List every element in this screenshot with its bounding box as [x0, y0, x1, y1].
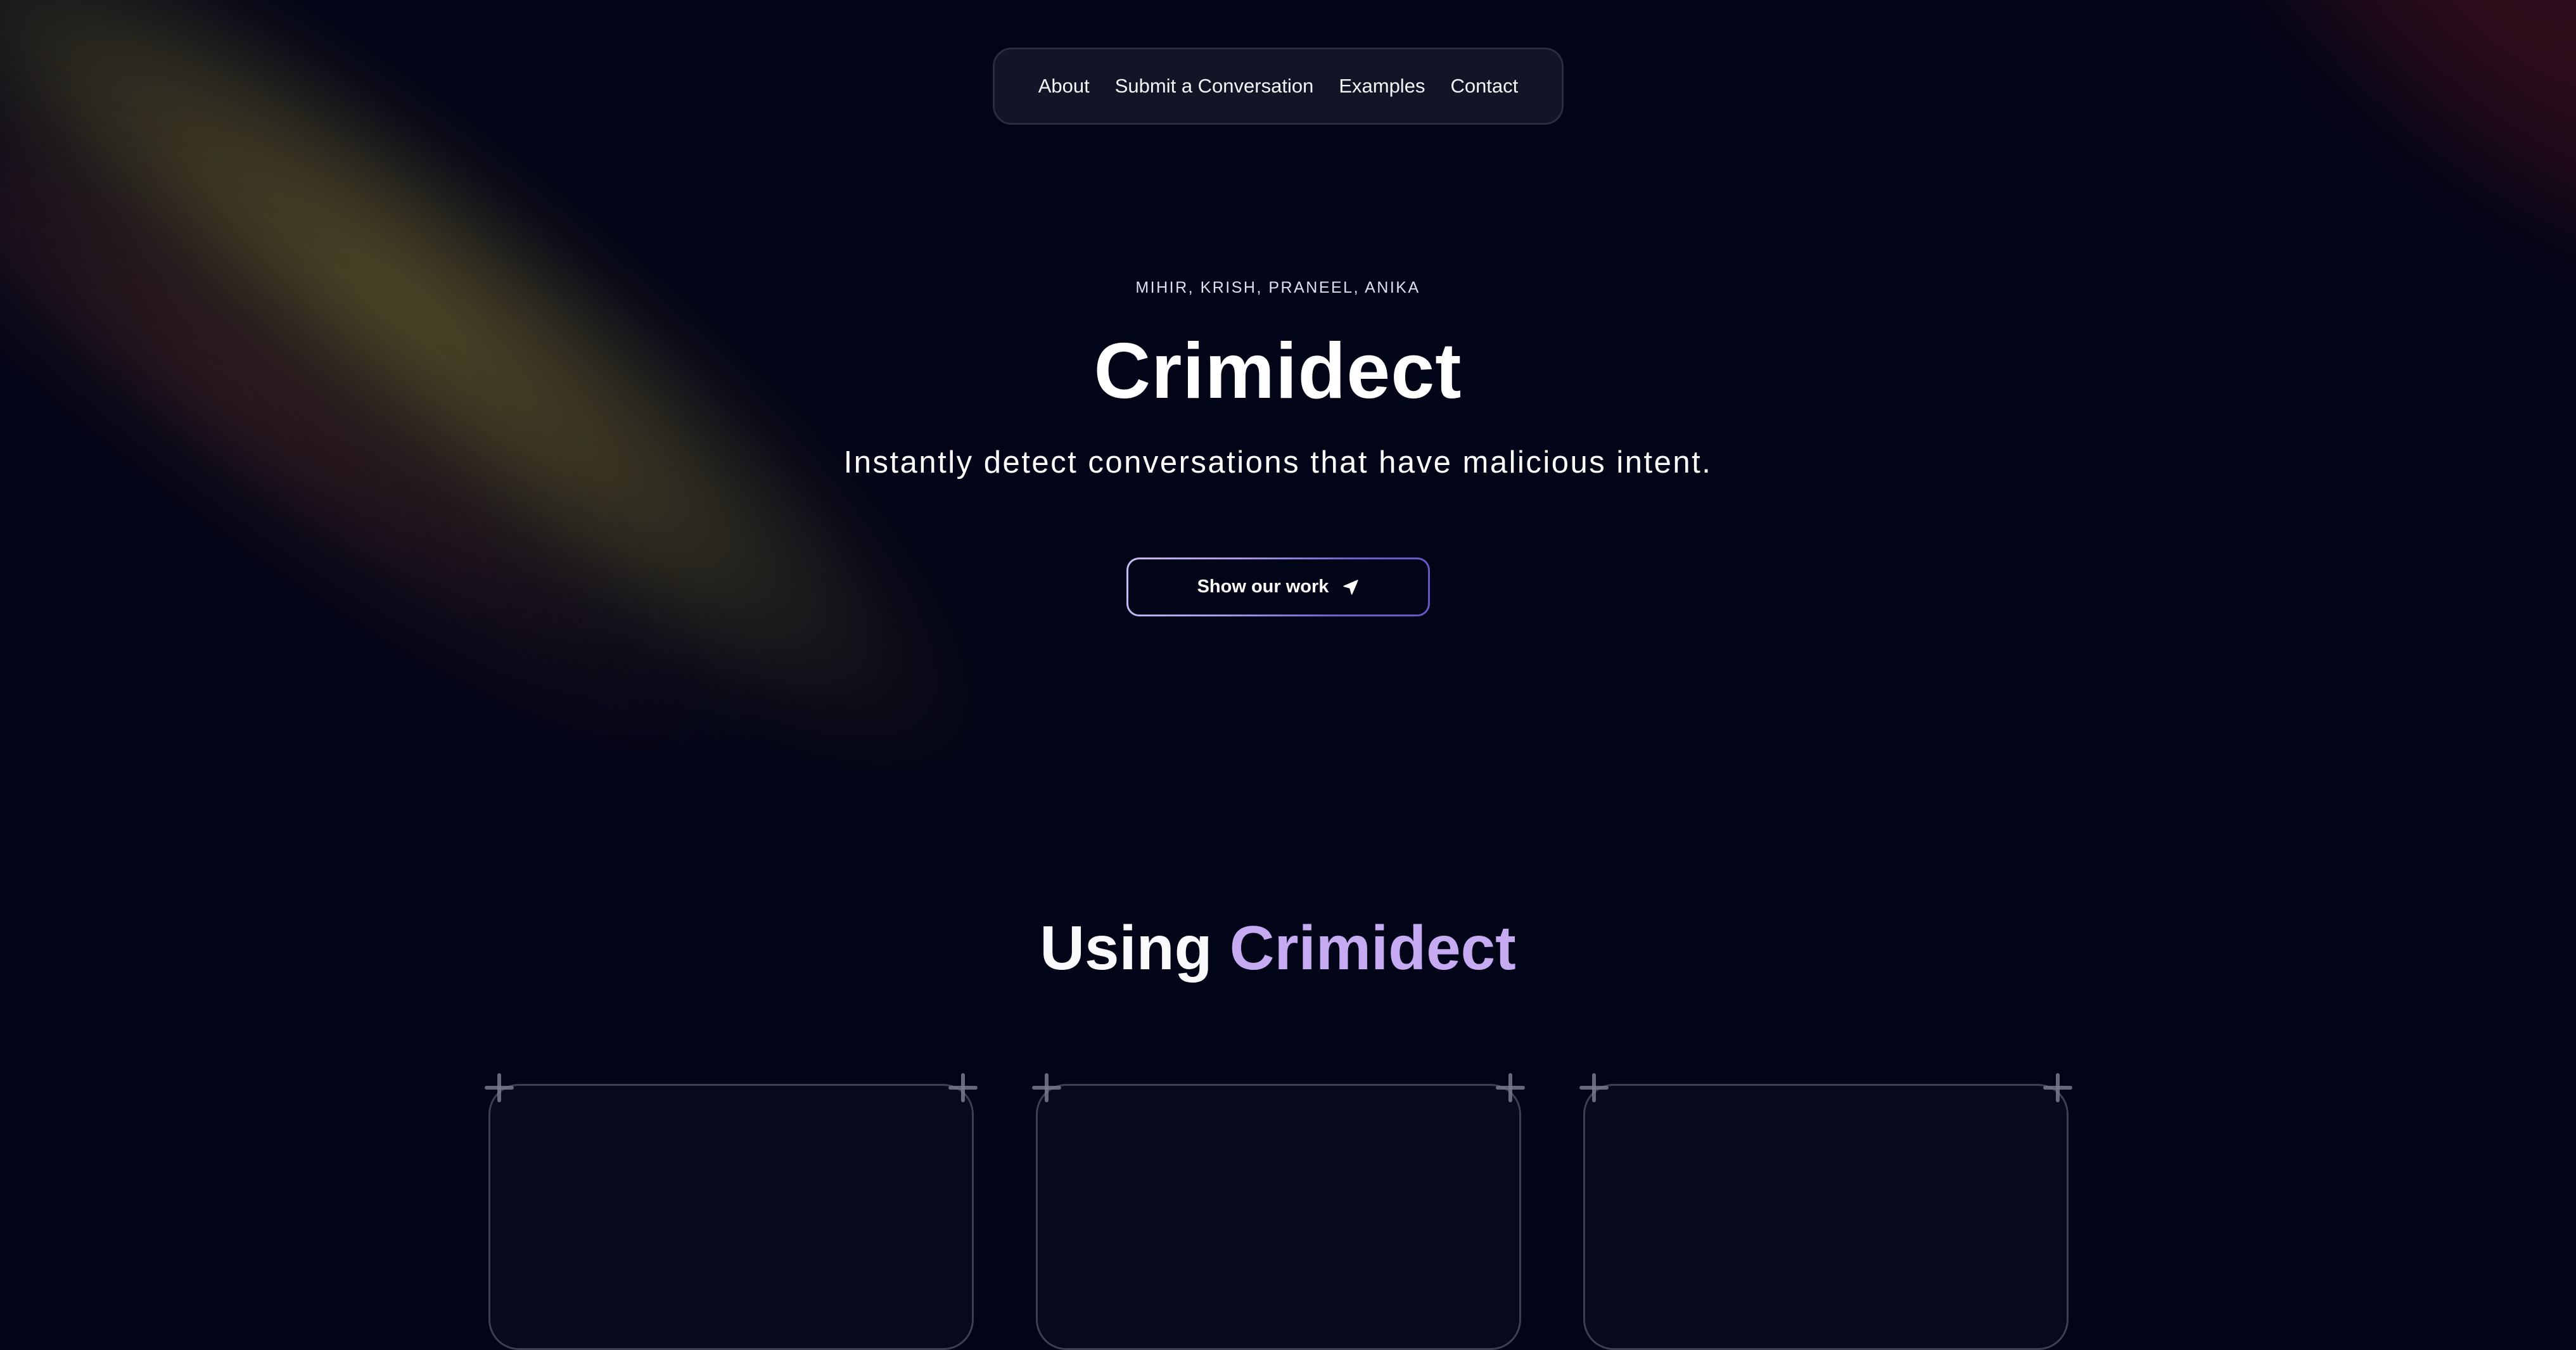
show-our-work-button-inner: Show our work	[1128, 559, 1428, 615]
background-glow-rust	[0, 0, 798, 860]
plus-icon	[1496, 1073, 1525, 1102]
section-title: Using Crimidect	[0, 912, 2556, 984]
section-title-prefix: Using	[1040, 913, 1230, 983]
nav-link-submit-conversation[interactable]: Submit a Conversation	[1115, 75, 1314, 98]
plus-icon	[1032, 1073, 1061, 1102]
nav-link-contact[interactable]: Contact	[1450, 75, 1518, 98]
plus-icon	[1579, 1073, 1609, 1102]
authors-label: MIHIR, KRISH, PRANEEL, ANIKA	[1135, 279, 1420, 296]
show-our-work-label: Show our work	[1197, 576, 1329, 597]
plus-icon	[948, 1073, 978, 1102]
plus-icon	[485, 1073, 514, 1102]
nav-link-examples[interactable]: Examples	[1339, 75, 1425, 98]
background-glow-olive	[0, 0, 1075, 882]
feature-card	[1579, 1073, 2072, 1350]
plus-icon	[2043, 1073, 2072, 1102]
hero-subtitle: Instantly detect conversations that have…	[843, 445, 1712, 480]
show-our-work-button[interactable]: Show our work	[1126, 557, 1430, 616]
feature-card	[485, 1073, 978, 1350]
section-title-accent: Crimidect	[1229, 913, 1516, 983]
page-title: Crimidect	[1094, 328, 1462, 415]
top-navigation: About Submit a Conversation Examples Con…	[993, 48, 1564, 125]
navigation-arrow-icon	[1343, 579, 1359, 595]
feature-card	[1032, 1073, 1525, 1350]
nav-link-about[interactable]: About	[1038, 75, 1090, 98]
